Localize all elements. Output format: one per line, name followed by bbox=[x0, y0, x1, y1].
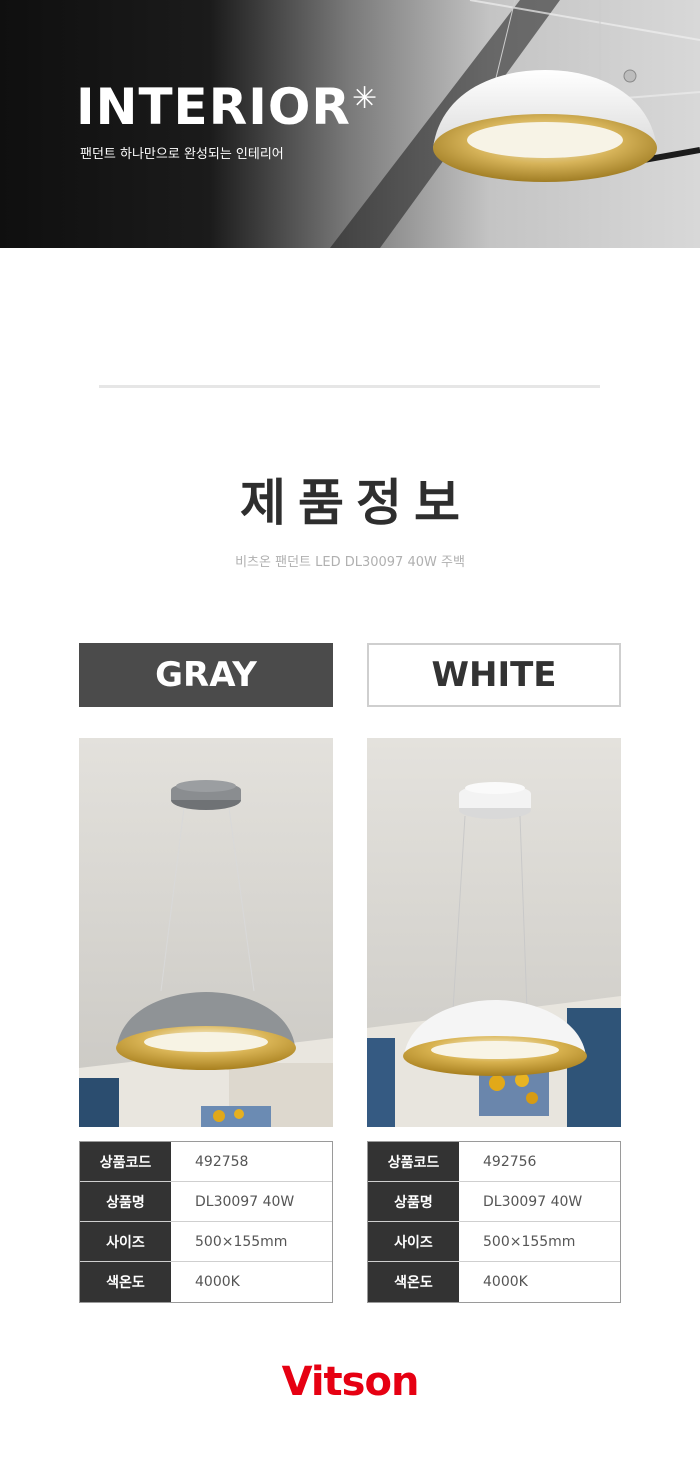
spec-value-size: 500×155mm bbox=[459, 1222, 620, 1261]
spec-value-product-code: 492758 bbox=[171, 1142, 332, 1181]
spec-row: 상품명 DL30097 40W bbox=[368, 1182, 620, 1222]
spec-key-product-name: 상품명 bbox=[80, 1182, 171, 1221]
spec-value-product-code: 492756 bbox=[459, 1142, 620, 1181]
spec-key-size: 사이즈 bbox=[80, 1222, 171, 1261]
spec-table-white: 상품코드 492756 상품명 DL30097 40W 사이즈 500×155m… bbox=[367, 1141, 621, 1303]
spec-row: 색온도 4000K bbox=[368, 1262, 620, 1302]
spec-value-product-name: DL30097 40W bbox=[459, 1182, 620, 1221]
product-column-white: WHITE 상품코드 492756 상품명 DL30097 40W 사이즈 50… bbox=[367, 643, 621, 1303]
product-photo-white bbox=[367, 738, 621, 1127]
spec-row: 상품코드 492756 bbox=[368, 1142, 620, 1182]
section-divider bbox=[99, 385, 600, 388]
spec-value-color-temp: 4000K bbox=[459, 1262, 620, 1302]
color-option-gray[interactable]: GRAY bbox=[79, 643, 333, 707]
hero-title: INTERIOR bbox=[76, 78, 351, 136]
product-photo-gray bbox=[79, 738, 333, 1127]
spec-key-product-name: 상품명 bbox=[368, 1182, 459, 1221]
section-title: 제품정보 bbox=[240, 474, 472, 532]
section-subtitle: 비츠온 팬던트 LED DL30097 40W 주백 bbox=[235, 555, 465, 570]
spec-table-gray: 상품코드 492758 상품명 DL30097 40W 사이즈 500×155m… bbox=[79, 1141, 333, 1303]
spec-key-product-code: 상품코드 bbox=[368, 1142, 459, 1181]
spec-row: 사이즈 500×155mm bbox=[80, 1222, 332, 1262]
spec-row: 색온도 4000K bbox=[80, 1262, 332, 1302]
spec-value-color-temp: 4000K bbox=[171, 1262, 332, 1302]
hero-subtitle: 팬던트 하나만으로 완성되는 인테리어 bbox=[80, 147, 284, 162]
spec-value-product-name: DL30097 40W bbox=[171, 1182, 332, 1221]
spec-row: 상품명 DL30097 40W bbox=[80, 1182, 332, 1222]
product-column-gray: GRAY 상품코드 492758 상품명 DL30097 40W 사이즈 500… bbox=[79, 643, 333, 1303]
brand-logo: Vitson bbox=[281, 1359, 420, 1405]
spec-key-color-temp: 색온도 bbox=[368, 1262, 459, 1302]
spec-key-size: 사이즈 bbox=[368, 1222, 459, 1261]
spec-value-size: 500×155mm bbox=[171, 1222, 332, 1261]
spec-row: 사이즈 500×155mm bbox=[368, 1222, 620, 1262]
spec-key-product-code: 상품코드 bbox=[80, 1142, 171, 1181]
spec-key-color-temp: 색온도 bbox=[80, 1262, 171, 1302]
spec-row: 상품코드 492758 bbox=[80, 1142, 332, 1182]
asterisk-icon: ✳ bbox=[352, 81, 378, 116]
hero-banner: INTERIOR ✳ 팬던트 하나만으로 완성되는 인테리어 bbox=[0, 0, 700, 248]
color-option-white[interactable]: WHITE bbox=[367, 643, 621, 707]
